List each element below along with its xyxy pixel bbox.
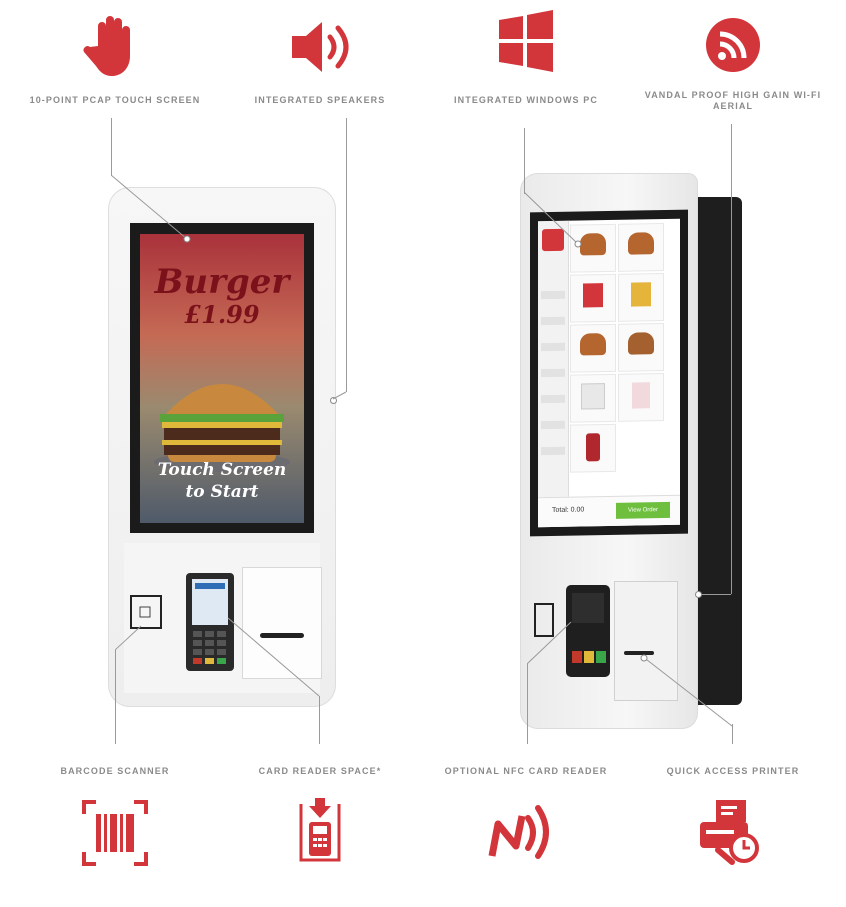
category-item[interactable] (541, 290, 565, 300)
nfc-reader-label: OPTIONAL NFC CARD READER (444, 766, 608, 776)
kiosk1-display[interactable]: Burger £1.99 Touch Screen to Start (140, 234, 304, 523)
category-item[interactable] (541, 342, 565, 352)
leader-line-diagonal (332, 391, 347, 400)
touch-screen-bezel: Burger £1.99 Touch Screen to Start (130, 223, 314, 533)
category-item[interactable] (541, 420, 565, 430)
touch-to-start-line1: Touch Screen (157, 460, 287, 480)
barcode-scanner-label: BARCODE SCANNER (60, 766, 170, 776)
leader-line (115, 650, 116, 744)
menu-tile[interactable] (570, 423, 616, 473)
nfc-icon (488, 805, 549, 859)
leader-line (111, 118, 112, 176)
leader-line (701, 594, 731, 595)
leader-line-diagonal (524, 192, 582, 248)
barcode-icon (82, 800, 148, 866)
leader-line (346, 118, 347, 392)
menu-sidebar (538, 220, 569, 498)
printer-label: QUICK ACCESS PRINTER (666, 766, 800, 776)
speakers-label: INTEGRATED SPEAKERS (254, 95, 386, 105)
menu-tile[interactable] (570, 373, 616, 423)
leader-line-diagonal (640, 654, 733, 727)
leader-line-diagonal (227, 617, 320, 697)
leader-line (731, 124, 732, 594)
menu-tile[interactable] (618, 323, 664, 372)
promo-title: Burger (154, 262, 290, 302)
hand-icon (83, 16, 130, 76)
category-item[interactable] (541, 368, 565, 378)
menu-tile[interactable] (618, 223, 664, 272)
card-reader-label: CARD READER SPACE* (258, 766, 382, 776)
printer-icon (700, 800, 759, 865)
menu-tile[interactable] (618, 273, 664, 322)
wifi-aerial-label: VANDAL PROOF HIGH GAIN WI-FI AERIAL (644, 90, 822, 111)
menu-tile[interactable] (570, 323, 616, 373)
leader-line (524, 128, 525, 194)
order-footer: Total: 0.00 View Order (538, 494, 680, 528)
touch-to-start-line2: to Start (185, 482, 259, 502)
leader-line-diagonal (111, 175, 191, 243)
category-item[interactable] (541, 446, 565, 456)
view-order-button[interactable]: View Order (616, 501, 670, 519)
menu-tile[interactable] (618, 373, 664, 422)
windows-icon (499, 10, 553, 72)
promo-price: £1.99 (184, 300, 260, 329)
category-item[interactable] (541, 394, 565, 404)
category-item[interactable] (541, 316, 565, 326)
speaker-icon (292, 22, 349, 72)
touch-screen-label: 10-POINT PCAP TOUCH SCREEN (29, 95, 201, 105)
kiosk2-display[interactable]: Total: 0.00 View Order (538, 218, 680, 528)
leader-line-diagonal (115, 625, 142, 651)
windows-pc-label: INTEGRATED WINDOWS PC (454, 95, 598, 105)
wifi-icon (706, 18, 760, 72)
kiosk2-bezel: Total: 0.00 View Order (530, 209, 688, 537)
menu-tile[interactable] (570, 273, 616, 323)
order-total: Total: 0.00 (552, 506, 585, 514)
leader-line (319, 696, 320, 744)
leader-line (527, 664, 528, 744)
burger-image (154, 384, 290, 472)
leader-line-diagonal (527, 621, 572, 665)
card-reader-icon (299, 798, 341, 862)
